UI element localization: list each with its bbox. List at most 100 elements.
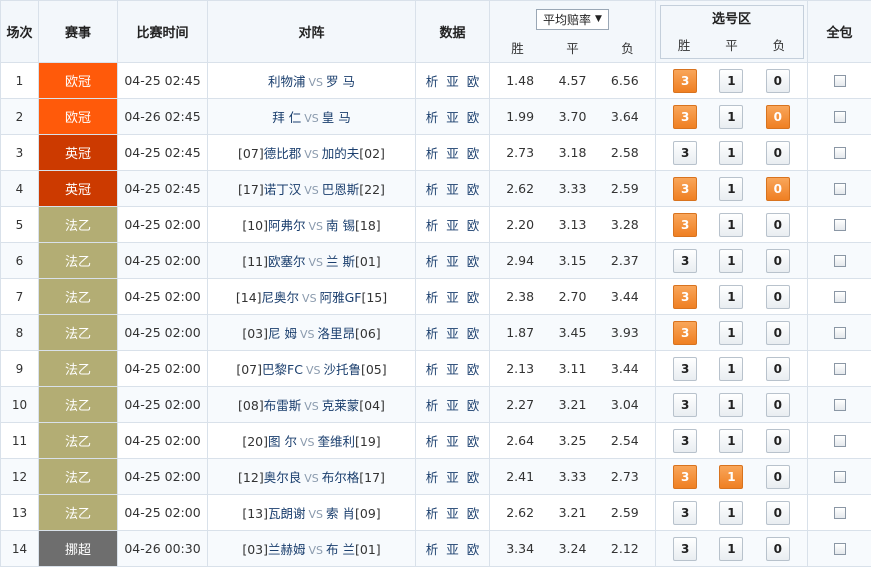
pick-win-button[interactable]: 3: [673, 428, 698, 453]
league-badge[interactable]: 法乙: [38, 494, 118, 531]
away-team-link[interactable]: 阿雅GF: [320, 290, 362, 305]
league-badge[interactable]: 欧冠: [38, 62, 118, 99]
home-team-link[interactable]: 瓦朗谢: [268, 506, 306, 521]
full-cover-checkbox[interactable]: [833, 507, 846, 519]
analysis-link[interactable]: 析: [426, 362, 439, 377]
home-team-link[interactable]: 德比郡: [264, 146, 302, 161]
asian-odds-link[interactable]: 亚: [446, 506, 459, 521]
away-team-link[interactable]: 巴恩斯: [322, 182, 360, 197]
asian-odds-link[interactable]: 亚: [446, 182, 459, 197]
league-badge[interactable]: 法乙: [38, 386, 118, 423]
away-team-link[interactable]: 布尔格: [322, 470, 360, 485]
pick-lose-button[interactable]: 0: [765, 392, 790, 417]
asian-odds-link[interactable]: 亚: [446, 74, 459, 89]
euro-odds-link[interactable]: 欧: [467, 398, 480, 413]
pick-lose-button[interactable]: 0: [765, 68, 790, 93]
euro-odds-link[interactable]: 欧: [467, 182, 480, 197]
league-badge[interactable]: 法乙: [38, 242, 118, 279]
pick-lose-button[interactable]: 0: [765, 428, 790, 453]
asian-odds-link[interactable]: 亚: [446, 290, 459, 305]
pick-draw-button[interactable]: 1: [719, 212, 744, 237]
analysis-link[interactable]: 析: [426, 182, 439, 197]
pick-win-button[interactable]: 3: [673, 320, 698, 345]
away-team-link[interactable]: 布 兰: [326, 542, 355, 557]
away-team-link[interactable]: 皇 马: [322, 110, 351, 125]
euro-odds-link[interactable]: 欧: [467, 254, 480, 269]
analysis-link[interactable]: 析: [426, 506, 439, 521]
home-team-link[interactable]: 利物浦: [268, 74, 306, 89]
away-team-link[interactable]: 南 锡: [326, 218, 355, 233]
analysis-link[interactable]: 析: [426, 74, 439, 89]
league-badge[interactable]: 法乙: [38, 278, 118, 315]
asian-odds-link[interactable]: 亚: [446, 542, 459, 557]
league-badge[interactable]: 法乙: [38, 458, 118, 495]
pick-lose-button[interactable]: 0: [765, 500, 790, 525]
pick-lose-button[interactable]: 0: [765, 212, 790, 237]
home-team-link[interactable]: 诺丁汉: [264, 182, 302, 197]
analysis-link[interactable]: 析: [426, 146, 439, 161]
full-cover-checkbox[interactable]: [833, 291, 846, 303]
euro-odds-link[interactable]: 欧: [467, 146, 480, 161]
home-team-link[interactable]: 尼 姆: [268, 326, 297, 341]
pick-draw-button[interactable]: 1: [719, 320, 744, 345]
pick-win-button[interactable]: 3: [673, 140, 698, 165]
pick-draw-button[interactable]: 1: [719, 140, 744, 165]
league-badge[interactable]: 英冠: [38, 134, 118, 171]
pick-win-button[interactable]: 3: [673, 248, 698, 273]
pick-lose-button[interactable]: 0: [765, 320, 790, 345]
full-cover-checkbox[interactable]: [833, 399, 846, 411]
pick-win-button[interactable]: 3: [673, 284, 698, 309]
asian-odds-link[interactable]: 亚: [446, 470, 459, 485]
away-team-link[interactable]: 洛里昂: [317, 326, 355, 341]
away-team-link[interactable]: 索 肖: [326, 506, 355, 521]
home-team-link[interactable]: 尼奥尔: [262, 290, 300, 305]
euro-odds-link[interactable]: 欧: [467, 362, 480, 377]
pick-draw-button[interactable]: 1: [719, 392, 744, 417]
pick-lose-button[interactable]: 0: [765, 140, 790, 165]
analysis-link[interactable]: 析: [426, 254, 439, 269]
analysis-link[interactable]: 析: [426, 470, 439, 485]
analysis-link[interactable]: 析: [426, 290, 439, 305]
away-team-link[interactable]: 沙托鲁: [323, 362, 361, 377]
asian-odds-link[interactable]: 亚: [446, 110, 459, 125]
asian-odds-link[interactable]: 亚: [446, 218, 459, 233]
pick-lose-button[interactable]: 0: [765, 464, 790, 489]
home-team-link[interactable]: 图 尔: [268, 434, 297, 449]
pick-lose-button[interactable]: 0: [765, 176, 790, 201]
pick-draw-button[interactable]: 1: [719, 284, 744, 309]
league-badge[interactable]: 法乙: [38, 422, 118, 459]
asian-odds-link[interactable]: 亚: [446, 326, 459, 341]
away-team-link[interactable]: 兰 斯: [326, 254, 355, 269]
home-team-link[interactable]: 布雷斯: [264, 398, 302, 413]
pick-win-button[interactable]: 3: [673, 176, 698, 201]
league-badge[interactable]: 英冠: [38, 170, 118, 207]
full-cover-checkbox[interactable]: [833, 183, 846, 195]
league-badge[interactable]: 法乙: [38, 206, 118, 243]
euro-odds-link[interactable]: 欧: [467, 74, 480, 89]
full-cover-checkbox[interactable]: [833, 255, 846, 267]
euro-odds-link[interactable]: 欧: [467, 110, 480, 125]
league-badge[interactable]: 法乙: [38, 314, 118, 351]
analysis-link[interactable]: 析: [426, 398, 439, 413]
pick-win-button[interactable]: 3: [673, 536, 698, 561]
pick-win-button[interactable]: 3: [673, 500, 698, 525]
euro-odds-link[interactable]: 欧: [467, 326, 480, 341]
home-team-link[interactable]: 阿弗尔: [268, 218, 306, 233]
away-team-link[interactable]: 克莱蒙: [322, 398, 360, 413]
euro-odds-link[interactable]: 欧: [467, 434, 480, 449]
pick-win-button[interactable]: 3: [673, 392, 698, 417]
asian-odds-link[interactable]: 亚: [446, 254, 459, 269]
asian-odds-link[interactable]: 亚: [446, 146, 459, 161]
analysis-link[interactable]: 析: [426, 326, 439, 341]
pick-lose-button[interactable]: 0: [765, 356, 790, 381]
pick-lose-button[interactable]: 0: [765, 536, 790, 561]
away-team-link[interactable]: 奎维利: [317, 434, 355, 449]
analysis-link[interactable]: 析: [426, 218, 439, 233]
home-team-link[interactable]: 巴黎FC: [262, 362, 303, 377]
pick-draw-button[interactable]: 1: [719, 536, 744, 561]
euro-odds-link[interactable]: 欧: [467, 542, 480, 557]
away-team-link[interactable]: 加的夫: [322, 146, 360, 161]
full-cover-checkbox[interactable]: [833, 543, 846, 555]
pick-draw-button[interactable]: 1: [719, 68, 744, 93]
euro-odds-link[interactable]: 欧: [467, 506, 480, 521]
